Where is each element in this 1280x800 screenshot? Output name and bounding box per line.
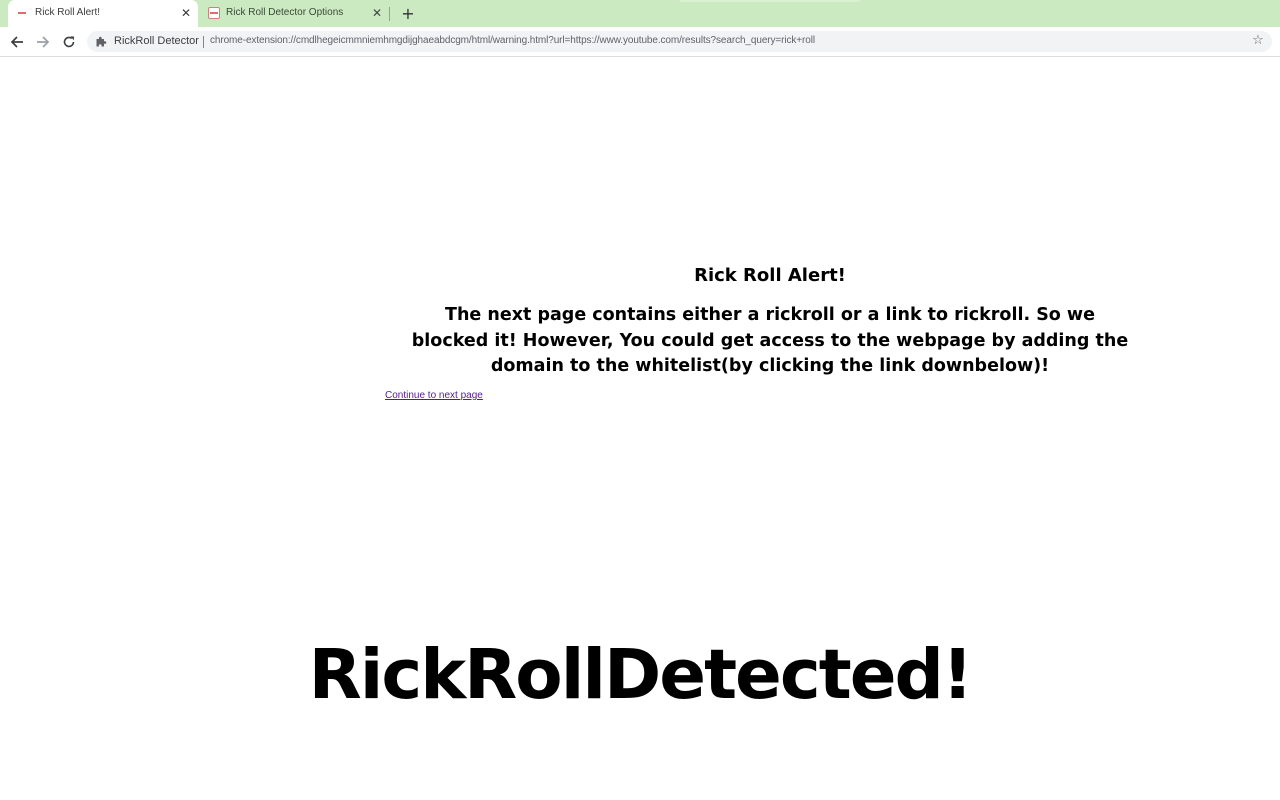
tab-rick-roll-alert[interactable]: Rick Roll Alert! ✕ xyxy=(8,0,198,27)
new-tab-button[interactable]: + xyxy=(398,4,418,24)
back-button[interactable] xyxy=(6,31,28,53)
arrow-left-icon xyxy=(10,36,23,48)
page-content: Rick Roll Alert! The next page contains … xyxy=(0,57,1280,800)
tab-rick-roll-detector-options[interactable]: Rick Roll Detector Options ✕ xyxy=(200,0,390,27)
puzzle-piece-icon xyxy=(96,36,107,47)
continue-link[interactable]: Continue to next page xyxy=(385,390,483,401)
close-tab-icon[interactable]: ✕ xyxy=(178,5,194,21)
rickroll-detected-banner: RickRollDetected! xyxy=(308,635,974,715)
close-tab-icon[interactable]: ✕ xyxy=(369,5,385,21)
url-text[interactable]: chrome-extension://cmdlhegeicmmniemhmgdi… xyxy=(210,35,815,46)
warning-message: The next page contains either a rickroll… xyxy=(411,305,1129,376)
page-title: Rick Roll Alert! xyxy=(694,265,846,286)
browser-window: Rick Roll Alert! ✕ Rick Roll Detector Op… xyxy=(0,0,1280,800)
tab-divider xyxy=(389,7,390,21)
extension-name-chip: RickRoll Detector xyxy=(114,35,199,47)
tab-strip: Rick Roll Alert! ✕ Rick Roll Detector Op… xyxy=(0,0,1280,27)
tab-title: Rick Roll Alert! xyxy=(35,7,101,18)
tabstrip-highlight xyxy=(680,0,860,2)
bookmark-star-icon[interactable]: ☆ xyxy=(1250,33,1266,49)
reload-icon xyxy=(63,36,75,48)
tab-title: Rick Roll Detector Options xyxy=(226,7,344,18)
address-bar[interactable]: RickRoll Detector chrome-extension://cmd… xyxy=(87,31,1272,52)
extension-favicon-icon xyxy=(208,7,220,19)
browser-toolbar: RickRoll Detector chrome-extension://cmd… xyxy=(0,27,1280,57)
forward-button[interactable] xyxy=(32,31,54,53)
reload-button[interactable] xyxy=(58,31,80,53)
extension-favicon-icon xyxy=(16,7,28,19)
omnibox-separator xyxy=(203,36,204,48)
arrow-right-icon xyxy=(37,36,50,48)
